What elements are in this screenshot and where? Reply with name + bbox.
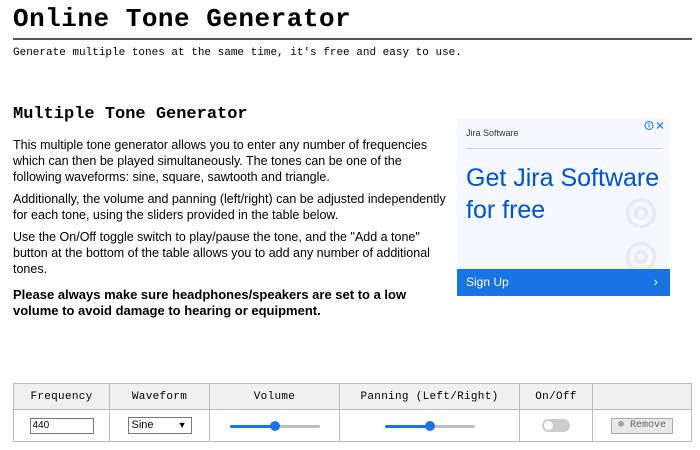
panning-cell — [339, 409, 520, 442]
header-frequency: Frequency — [13, 383, 110, 410]
volume-slider-fill — [229, 424, 275, 428]
header-on-off: On/Off — [519, 383, 593, 410]
waveform-selected-value: Sine — [131, 419, 154, 431]
on-off-cell — [519, 409, 593, 442]
volume-slider-thumb[interactable] — [269, 420, 280, 431]
section-heading: Multiple Tone Generator — [13, 105, 248, 124]
panning-slider[interactable] — [384, 420, 475, 431]
ad-signup-label: Sign Up — [466, 275, 509, 289]
advertisement[interactable]: Jira Software ◎◎◎ Get Jira Software for … — [457, 118, 670, 296]
frequency-input[interactable] — [29, 417, 94, 434]
ad-headline[interactable]: Get Jira Software for free — [466, 162, 666, 226]
remove-icon: ⊗ — [617, 419, 624, 431]
panning-slider-fill — [384, 424, 430, 428]
header-panning: Panning (Left/Right) — [339, 383, 520, 410]
toggle-knob — [544, 421, 553, 430]
site-title: Online Tone Generator — [13, 4, 352, 34]
ad-divider — [466, 148, 661, 149]
frequency-cell — [13, 409, 110, 442]
panning-slider-thumb[interactable] — [424, 420, 435, 431]
volume-slider[interactable] — [229, 420, 320, 431]
remove-button[interactable]: ⊗ Remove — [610, 417, 674, 434]
waveform-select[interactable]: Sine ▼ — [127, 417, 192, 434]
ad-signup-button[interactable]: Sign Up › — [457, 269, 670, 296]
volume-warning: Please always make sure headphones/speak… — [13, 287, 407, 318]
chevron-down-icon: ▼ — [177, 420, 187, 430]
remove-label: Remove — [630, 419, 667, 431]
chevron-right-icon: › — [653, 274, 658, 289]
volume-cell — [209, 409, 340, 442]
tone-table: Frequency Waveform Volume Panning (Left/… — [13, 383, 692, 442]
table-header-row: Frequency Waveform Volume Panning (Left/… — [13, 383, 692, 410]
waveform-cell: Sine ▼ — [109, 409, 210, 442]
ad-brand: Jira Software — [466, 128, 519, 138]
paragraph: Use the On/Off toggle switch to play/pau… — [13, 230, 430, 276]
paragraph: Additionally, the volume and panning (le… — [13, 192, 446, 222]
article-text: This multiple tone generator allows you … — [13, 137, 453, 325]
table-row: Sine ▼ — [13, 409, 692, 442]
info-icon[interactable] — [644, 120, 666, 134]
actions-cell: ⊗ Remove — [592, 409, 692, 442]
paragraph: This multiple tone generator allows you … — [13, 138, 428, 184]
title-divider — [13, 38, 692, 40]
site-tagline: Generate multiple tones at the same time… — [13, 47, 462, 59]
header-waveform: Waveform — [109, 383, 210, 410]
header-actions — [592, 383, 692, 410]
on-off-toggle[interactable] — [542, 419, 570, 432]
header-volume: Volume — [209, 383, 340, 410]
